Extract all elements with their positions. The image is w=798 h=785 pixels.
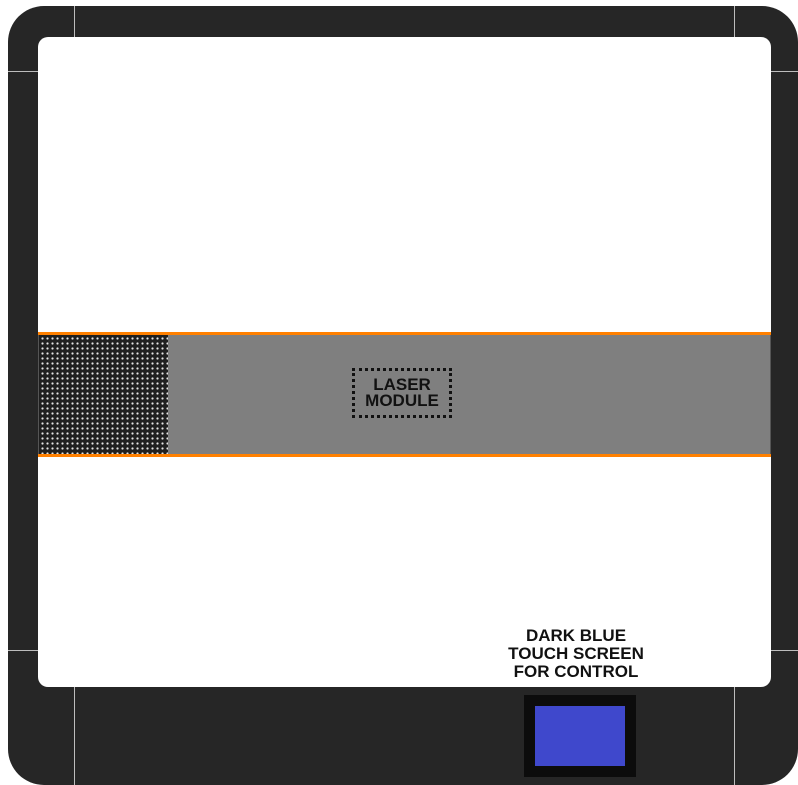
laser-gantry: LASER MODULE [38,332,771,457]
corner-marker-bottom-left-horizontal [8,650,38,651]
corner-marker-top-left-vertical [74,6,75,37]
corner-marker-top-right-horizontal [771,71,798,72]
vent-grille [39,335,168,454]
touch-screen-label-line2: TOUCH SCREEN [508,644,644,663]
touch-screen-bezel [524,695,636,777]
corner-marker-bottom-right-horizontal [771,650,798,651]
touch-screen-label-line1: DARK BLUE [525,626,627,645]
laser-module-label-line2: MODULE [365,391,439,410]
touch-screen[interactable] [535,706,625,766]
corner-marker-bottom-right-vertical [734,687,735,785]
corner-marker-bottom-left-vertical [74,687,75,785]
touch-screen-label-line3: FOR CONTROL [513,662,639,681]
gantry-rail-bottom [38,454,771,457]
corner-marker-top-left-horizontal [8,71,38,72]
touch-screen-label: DARK BLUE TOUCH SCREEN FOR CONTROL [476,627,676,681]
corner-marker-top-right-vertical [734,6,735,37]
laser-module: LASER MODULE [352,368,452,418]
